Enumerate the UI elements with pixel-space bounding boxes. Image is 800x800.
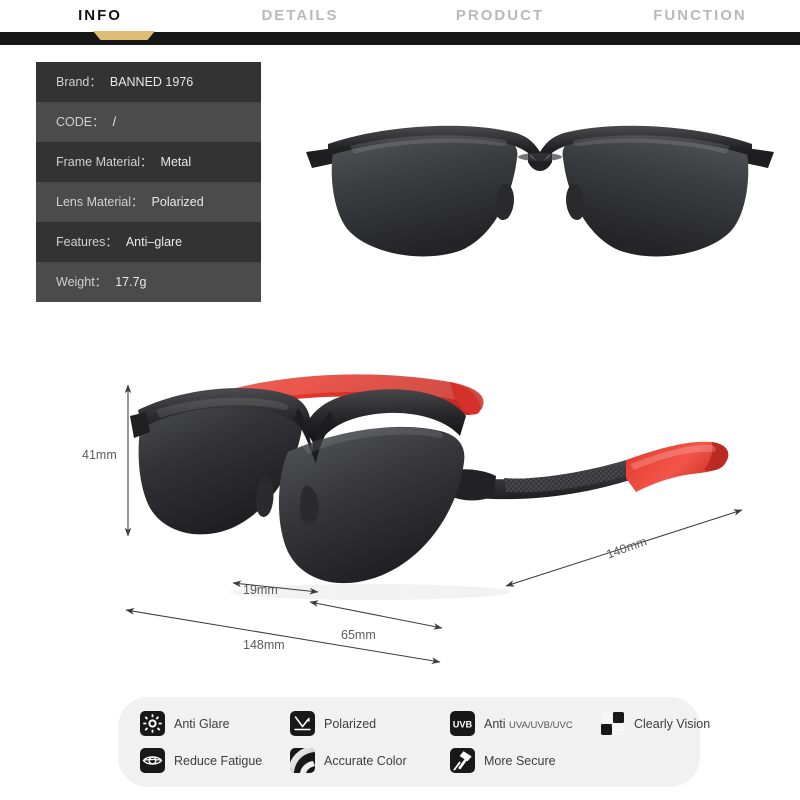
dimension-label-frame-width: 148mm <box>243 638 285 652</box>
tab-product[interactable]: PRODUCT <box>400 0 600 32</box>
feature-label-anti-uv-main: Anti <box>484 716 510 731</box>
spec-row-features: Features： Anti–glare <box>36 222 261 262</box>
tab-label-row: INFO DETAILS PRODUCT FUNCTION <box>0 0 800 32</box>
spec-key-weight: Weight： <box>56 275 108 289</box>
spec-key-frame-material: Frame Material： <box>56 155 153 169</box>
uvb-badge-icon: UVB <box>450 711 475 736</box>
feature-reduce-fatigue: Reduce Fatigue <box>140 742 290 779</box>
dimension-line-frame-width <box>125 608 441 664</box>
spec-value-brand: BANNED 1976 <box>109 75 194 89</box>
product-photo-angled-view <box>130 374 729 600</box>
spec-row-code: CODE： / <box>36 102 261 142</box>
spec-value-code: / <box>112 115 117 129</box>
spec-key-code: CODE： <box>56 115 105 129</box>
feature-label-reduce-fatigue: Reduce Fatigue <box>174 753 263 768</box>
product-detail-page: INFO DETAILS PRODUCT FUNCTION Brand： BANN… <box>0 0 800 800</box>
spec-value-weight: 17.7g <box>115 275 147 289</box>
feature-label-anti-glare: Anti Glare <box>174 716 230 731</box>
spec-row-lens-material: Lens Material： Polarized <box>36 182 261 222</box>
spec-value-features: Anti–glare <box>125 235 183 249</box>
spec-key-lens-material: Lens Material： <box>56 195 144 209</box>
tab-info[interactable]: INFO <box>0 0 200 32</box>
tab-details[interactable]: DETAILS <box>200 0 400 32</box>
checkerboard-icon <box>600 711 625 736</box>
spec-row-weight: Weight： 17.7g <box>36 262 261 302</box>
spec-key-features: Features： <box>56 235 118 249</box>
dimension-label-height: 41mm <box>82 448 117 462</box>
active-tab-indicator <box>93 31 155 40</box>
tab-bar: INFO DETAILS PRODUCT FUNCTION <box>0 0 800 45</box>
feature-label-accurate-color: Accurate Color <box>324 753 407 768</box>
feature-label-anti-uv: Anti UVA/UVB/UVC <box>484 717 573 731</box>
feature-accurate-color: Accurate Color <box>290 742 450 779</box>
spec-key-brand: Brand： <box>56 75 102 89</box>
hammer-icon <box>450 748 475 773</box>
dimension-label-bridge: 19mm <box>243 583 278 597</box>
spec-row-frame-material: Frame Material： Metal <box>36 142 261 182</box>
specification-table: Brand： BANNED 1976 CODE： / Frame Material：… <box>36 62 261 312</box>
polarized-ray-icon <box>290 711 315 736</box>
feature-anti-glare: Anti Glare <box>140 705 290 742</box>
eye-icon <box>140 748 165 773</box>
spec-row-brand: Brand： BANNED 1976 <box>36 62 261 102</box>
spec-value-lens-material: Polarized <box>151 195 204 209</box>
sun-glare-icon <box>140 711 165 736</box>
feature-highlights-panel: Anti Glare Polarized UVB Anti UVA/UVB/UV… <box>118 697 710 787</box>
feature-label-clearly-vision: Clearly Vision <box>634 716 711 731</box>
svg-text:UVB: UVB <box>453 719 473 729</box>
product-photo-front-view <box>306 125 774 257</box>
feature-label-anti-uv-detail: UVA/UVB/UVC <box>509 719 573 731</box>
dimension-label-lens-width: 65mm <box>341 628 376 642</box>
feature-label-polarized: Polarized <box>324 716 377 731</box>
feature-polarized: Polarized <box>290 705 450 742</box>
feature-more-secure: More Secure <box>450 742 650 779</box>
color-swirl-icon <box>290 748 315 773</box>
tab-function[interactable]: FUNCTION <box>600 0 800 32</box>
spec-value-frame-material: Metal <box>160 155 192 169</box>
feature-label-more-secure: More Secure <box>484 753 556 768</box>
